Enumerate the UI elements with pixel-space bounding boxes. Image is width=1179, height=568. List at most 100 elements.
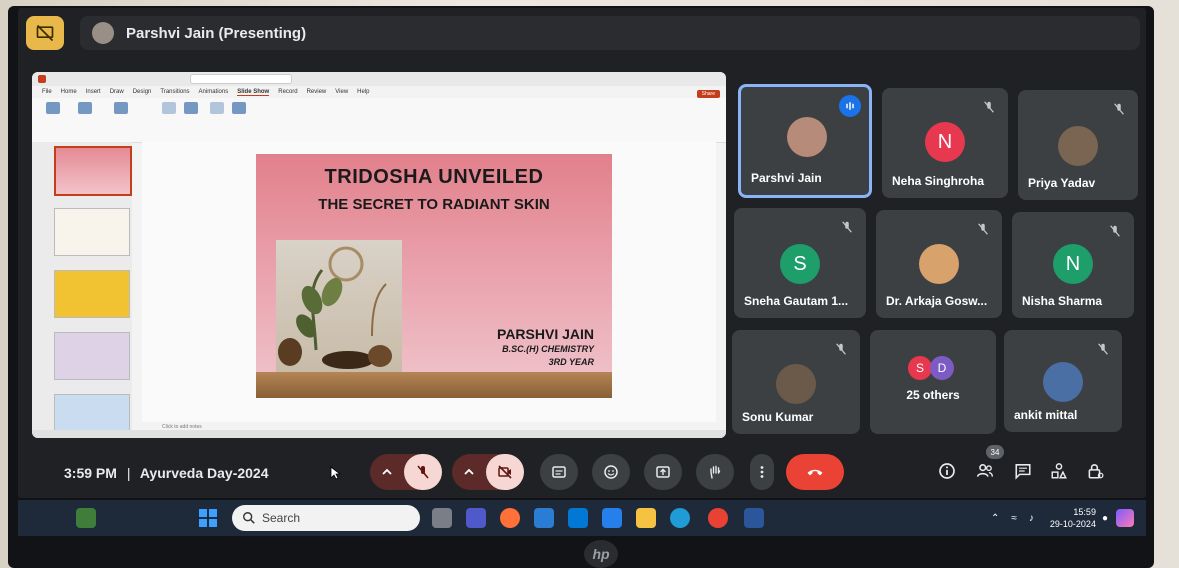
slide-wooden-floor	[256, 372, 612, 398]
current-slide: TRIDOSHA UNVEILED THE SECRET TO RADIANT …	[256, 154, 612, 398]
copilot-icon[interactable]	[1116, 509, 1134, 527]
taskbar-search-box[interactable]: Search	[232, 505, 420, 531]
participant-tile-neha[interactable]: N Neha Singhroha	[882, 88, 1008, 198]
audio-options-chevron-icon[interactable]	[370, 454, 404, 490]
search-icon	[243, 512, 255, 524]
participant-name: Priya Yadav	[1028, 176, 1096, 190]
mouse-cursor-icon	[330, 466, 342, 480]
task-view-icon[interactable]	[432, 508, 452, 528]
captions-button[interactable]	[540, 454, 578, 490]
windows-start-icon[interactable]	[198, 508, 218, 528]
ppt-menu-transitions: Transitions	[160, 89, 190, 95]
people-icon[interactable]	[976, 462, 996, 482]
presenter-bar: Parshvi Jain (Presenting)	[18, 8, 1146, 58]
participant-photo	[1058, 126, 1098, 166]
ribbon-set-up-icon	[162, 102, 176, 114]
participant-tile-others[interactable]: S D 25 others	[870, 330, 996, 434]
camera-control[interactable]	[452, 454, 524, 490]
slide-thumbnail-2	[54, 208, 130, 256]
meet-screen: Parshvi Jain (Presenting) File Home Inse…	[18, 8, 1146, 498]
activities-icon[interactable]	[1050, 462, 1070, 482]
participant-photo	[919, 244, 959, 284]
participant-name: ankit mittal	[1014, 408, 1078, 422]
meeting-info: 3:59 PM | Ayurveda Day-2024	[64, 465, 269, 481]
ribbon-record-icon	[232, 102, 246, 114]
participant-initial-avatar: S	[780, 244, 820, 284]
chrome-icon[interactable]	[708, 508, 728, 528]
file-explorer-icon[interactable]	[636, 508, 656, 528]
mic-muted-icon	[976, 222, 990, 236]
wifi-icon[interactable]: ≈	[1011, 513, 1017, 524]
participant-count-badge: 34	[986, 445, 1004, 459]
more-options-icon[interactable]	[750, 454, 774, 490]
leave-call-button[interactable]	[786, 454, 844, 490]
presenter-chip[interactable]: Parshvi Jain (Presenting)	[80, 16, 1140, 50]
others-count-label: 25 others	[906, 388, 960, 402]
outlook-icon[interactable]	[568, 508, 588, 528]
microphone-control[interactable]	[370, 454, 442, 490]
participant-tile-nisha[interactable]: N Nisha Sharma	[1012, 212, 1134, 318]
ribbon-from-beginning-icon	[46, 102, 60, 114]
mic-off-button[interactable]	[404, 454, 442, 490]
meeting-info-separator: |	[126, 465, 131, 481]
raise-hand-button[interactable]	[696, 454, 734, 490]
ppt-status-bar	[32, 430, 726, 438]
reactions-button[interactable]	[592, 454, 630, 490]
ppt-share-button: Share	[696, 90, 720, 98]
participant-photo	[776, 364, 816, 404]
slide-thumbnail-1	[54, 146, 132, 196]
participant-tile-arkaja[interactable]: Dr. Arkaja Gosw...	[876, 210, 1002, 318]
meeting-details-icon[interactable]	[938, 462, 958, 482]
slide-course: B.SC.(H) CHEMISTRY	[502, 344, 594, 354]
participant-tile-ankit[interactable]: ankit mittal	[1004, 330, 1122, 432]
ppt-menu-animations: Animations	[198, 89, 229, 95]
volume-icon[interactable]: ♪	[1029, 513, 1034, 524]
ppt-menu-record: Record	[278, 89, 298, 95]
dropbox-icon[interactable]	[602, 508, 622, 528]
participant-initial-avatar: N	[1053, 244, 1093, 284]
mic-muted-icon	[834, 342, 848, 356]
video-options-chevron-icon[interactable]	[452, 454, 486, 490]
ppt-menu-design: Design	[132, 89, 152, 95]
ppt-menu-insert: Insert	[85, 89, 101, 95]
taskbar-clock[interactable]: 15:59 29-10-2024	[1050, 506, 1096, 530]
presenter-name: Parshvi Jain (Presenting)	[126, 24, 307, 42]
ppt-menu-view: View	[335, 89, 349, 95]
participant-name: Neha Singhroha	[892, 174, 985, 188]
host-controls-icon[interactable]	[1086, 462, 1106, 482]
windows-taskbar: Search ⌃ ≈ ♪ 15:59 29-10-2024 ●	[18, 500, 1146, 536]
meeting-control-bar: 3:59 PM | Ayurveda Day-2024 34	[18, 444, 1146, 498]
chat-icon[interactable]	[1014, 462, 1034, 482]
ribbon-rehearse-icon	[210, 102, 224, 114]
ppt-search-box	[190, 74, 292, 84]
word-icon[interactable]	[744, 508, 764, 528]
camera-off-button[interactable]	[486, 454, 524, 490]
teams-icon[interactable]	[466, 508, 486, 528]
participant-tile-priya[interactable]: Priya Yadav	[1018, 90, 1138, 200]
present-now-button[interactable]	[644, 454, 682, 490]
stop-presenting-icon[interactable]	[26, 16, 64, 50]
ppt-menu-review: Review	[306, 89, 327, 95]
edge-icon[interactable]	[670, 508, 690, 528]
participant-name: Sneha Gautam 1...	[744, 294, 849, 308]
ribbon-hide-slide-icon	[184, 102, 198, 114]
slide-herbal-illustration	[276, 240, 402, 372]
participant-tile-parshvi[interactable]: Parshvi Jain	[738, 84, 872, 198]
weather-widget-icon[interactable]	[76, 508, 96, 528]
participant-tile-sneha[interactable]: S Sneha Gautam 1...	[734, 208, 866, 318]
mic-muted-icon	[1112, 102, 1126, 116]
slide-thumbnail-3	[54, 270, 130, 318]
ppt-menu-home: Home	[60, 89, 77, 95]
participant-initial-avatar: N	[925, 122, 965, 162]
taskbar-time: 15:59	[1073, 507, 1096, 517]
speaking-indicator-icon	[839, 95, 861, 117]
app-icon[interactable]	[534, 508, 554, 528]
taskbar-date: 29-10-2024	[1049, 519, 1096, 529]
slide-author: PARSHVI JAIN	[497, 326, 594, 342]
others-avatar-d: D	[930, 356, 954, 380]
participant-tile-sonu[interactable]: Sonu Kumar	[732, 330, 860, 434]
firefox-icon[interactable]	[500, 508, 520, 528]
chevron-up-icon[interactable]: ⌃	[991, 513, 999, 524]
taskbar-search-placeholder: Search	[262, 511, 301, 525]
notification-bell-icon[interactable]: ●	[1102, 513, 1108, 524]
